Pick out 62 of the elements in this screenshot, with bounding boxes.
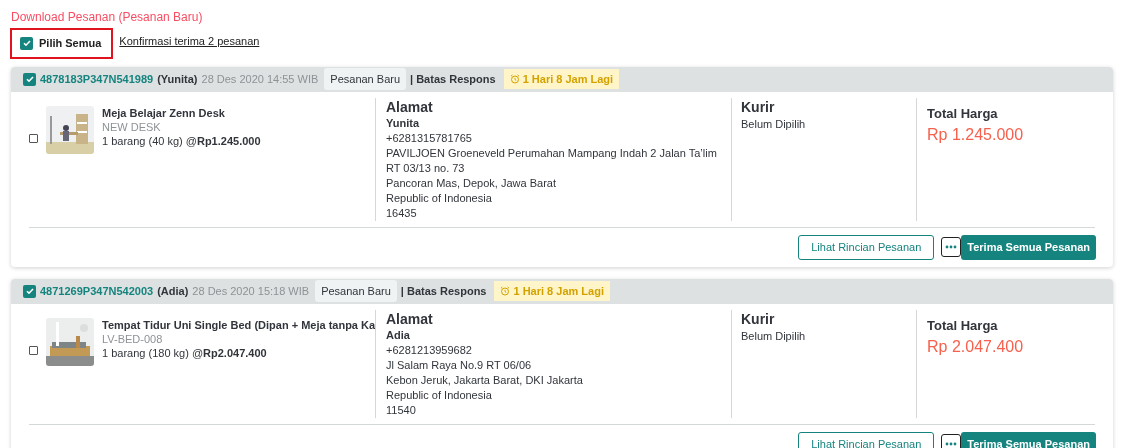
- address-line: Republic of Indonesia: [386, 387, 493, 403]
- total-price: Rp 2.047.400: [927, 337, 1025, 357]
- address-line: 16435: [386, 205, 418, 221]
- product-quantity: 1 barang (180 kg) @Rp2.047.400: [102, 345, 268, 360]
- deadline-badge: 1 Hari 8 Jam Lagi: [494, 280, 610, 302]
- checkbox[interactable]: [20, 36, 33, 50]
- recipient-name: Yunita: [386, 115, 421, 131]
- address-line: 11540: [386, 402, 417, 418]
- check-icon: [24, 74, 35, 84]
- confirm-link[interactable]: Konfirmasi terima 2 pesanan: [119, 33, 260, 50]
- checkbox[interactable]: [29, 345, 38, 355]
- check-icon: [24, 286, 35, 296]
- address-line: Jl Salam Raya No.9 RT 06/06: [386, 357, 533, 373]
- accept-all-button[interactable]: Terima Semua Pesanan: [961, 431, 1096, 448]
- section-title: Kurir: [741, 97, 776, 116]
- checkbox[interactable]: [23, 284, 36, 298]
- product-name[interactable]: Meja Belajar Zenn Desk: [102, 105, 261, 120]
- more-button[interactable]: [941, 434, 962, 448]
- accept-all-button[interactable]: Terima Semua Pesanan: [961, 234, 1096, 260]
- status-badge: Pesanan Baru: [315, 279, 397, 303]
- section-title: Kurir: [741, 309, 776, 328]
- more-icon: [945, 245, 958, 249]
- address-line: Pancoran Mas, Depok, Jawa Barat: [386, 175, 557, 191]
- address-line: PAVILJOEN Groeneveld Perumahan Mampang Indah 2 Jalan Ta’lim: [386, 145, 718, 161]
- details-button[interactable]: Lihat Rincian Pesanan: [798, 234, 935, 260]
- address-line: +6281315781765: [386, 130, 473, 146]
- recipient-name: Adia: [386, 327, 411, 343]
- product-sku: NEW DESK: [102, 119, 162, 134]
- courier-status: Belum Dipilih: [741, 328, 807, 344]
- buyer-name: (Adia): [157, 283, 189, 299]
- address-line: Republic of Indonesia: [386, 190, 493, 206]
- more-button[interactable]: [941, 237, 962, 257]
- order-date: 28 Des 2020 14:55 WIB: [201, 71, 319, 87]
- address-line: +6281213959682: [386, 342, 473, 358]
- alarm-clock-icon: [500, 286, 511, 296]
- checkbox[interactable]: [23, 72, 36, 86]
- check-icon: [21, 38, 32, 49]
- total-price: Rp 1.245.000: [927, 125, 1025, 145]
- section-title: Total Harga: [927, 316, 999, 335]
- details-button[interactable]: Lihat Rincian Pesanan: [798, 431, 935, 448]
- more-icon: [945, 442, 958, 446]
- section-title: Total Harga: [927, 104, 999, 123]
- address-line: Kebon Jeruk, Jakarta Barat, DKI Jakarta: [386, 372, 584, 388]
- product-quantity: 1 barang (40 kg) @Rp1.245.000: [102, 133, 261, 148]
- product-sku: LV-BED-008: [102, 331, 164, 346]
- section-title: Alamat: [386, 97, 434, 116]
- checkbox[interactable]: [29, 133, 38, 143]
- courier-status: Belum Dipilih: [741, 116, 807, 132]
- address-line: RT 03/13 no. 73: [386, 160, 466, 176]
- invoice-link[interactable]: 4878183P347N541989: [40, 70, 154, 88]
- product-name[interactable]: Tempat Tidur Uni Single Bed (Dipan + Meja tanpa Ka: [102, 317, 375, 332]
- deadline-label: | Batas Respons: [400, 283, 487, 299]
- order-date: 28 Des 2020 15:18 WIB: [192, 283, 310, 299]
- invoice-link[interactable]: 4871269P347N542003: [40, 282, 154, 300]
- section-title: Alamat: [386, 309, 434, 328]
- alarm-clock-icon: [509, 74, 520, 84]
- highlight-frame: Pilih Semua: [10, 28, 114, 59]
- deadline-badge: 1 Hari 8 Jam Lagi: [503, 68, 620, 90]
- download-link[interactable]: Download Pesanan (Pesanan Baru): [11, 8, 1113, 26]
- status-badge: Pesanan Baru: [324, 67, 407, 91]
- deadline-label: | Batas Respons: [410, 71, 496, 87]
- buyer-name: (Yunita): [157, 71, 198, 87]
